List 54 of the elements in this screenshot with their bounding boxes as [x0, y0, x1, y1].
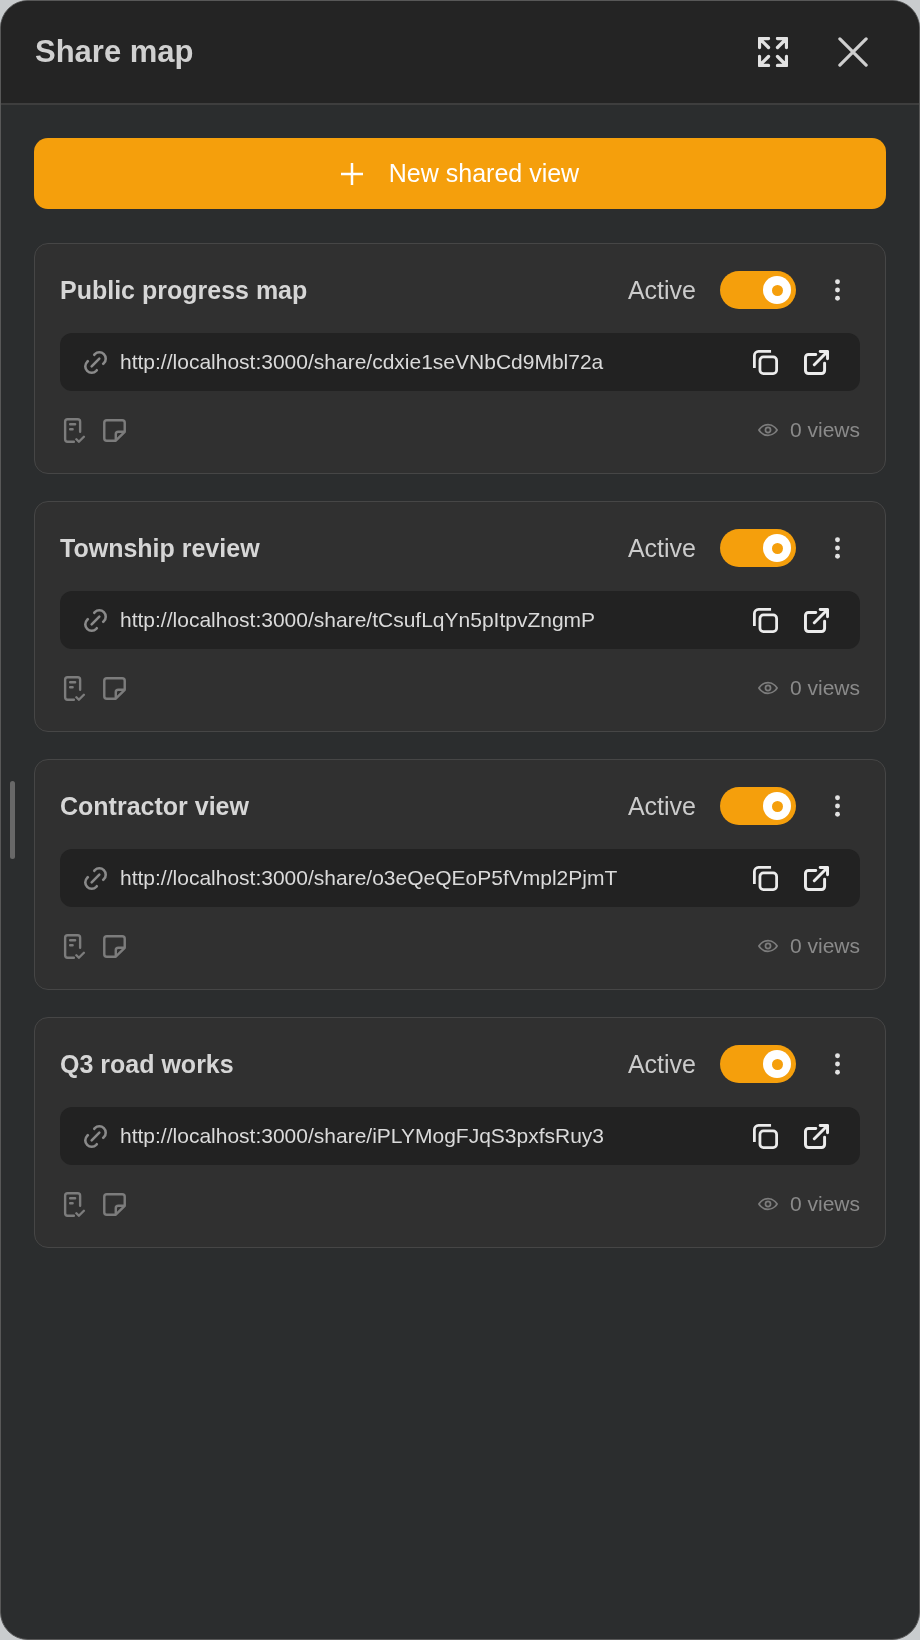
close-icon[interactable]	[838, 37, 868, 67]
more-options-icon[interactable]	[834, 1052, 841, 1076]
eye-icon	[757, 423, 778, 437]
status-label: Active	[627, 275, 696, 305]
eye-icon	[757, 939, 778, 953]
active-toggle[interactable]	[720, 529, 796, 567]
more-options-icon[interactable]	[834, 794, 841, 818]
more-options-icon[interactable]	[834, 536, 841, 560]
share-url: http://localhost:3000/share/cdxie1seVNbCd9Mbl72a	[120, 350, 605, 374]
checklist-icon[interactable]	[63, 1191, 86, 1217]
note-icon[interactable]	[103, 417, 126, 443]
link-icon	[84, 1124, 107, 1148]
more-options-icon[interactable]	[834, 278, 841, 302]
status-label: Active	[627, 533, 696, 563]
status-label: Active	[627, 791, 696, 821]
copy-icon[interactable]	[753, 865, 778, 891]
share-url: http://localhost:3000/share/iPLYMogFJqS3pxfsRuy3	[120, 1124, 606, 1148]
active-toggle[interactable]	[720, 271, 796, 309]
view-name: Township review	[60, 533, 261, 563]
eye-icon	[757, 681, 778, 695]
status-label: Active	[627, 1049, 696, 1079]
note-icon[interactable]	[103, 933, 126, 959]
view-count: 0 views	[789, 418, 860, 442]
view-count: 0 views	[789, 1192, 860, 1216]
resize-handle[interactable]	[10, 781, 15, 859]
checklist-icon[interactable]	[63, 675, 86, 701]
view-name: Public progress map	[60, 275, 309, 305]
copy-icon[interactable]	[753, 349, 778, 375]
external-link-icon[interactable]	[804, 1123, 829, 1149]
link-icon	[84, 350, 107, 374]
active-toggle[interactable]	[720, 787, 796, 825]
active-toggle[interactable]	[720, 1045, 796, 1083]
checklist-icon[interactable]	[63, 417, 86, 443]
eye-icon	[757, 1197, 778, 1211]
view-count: 0 views	[789, 676, 860, 700]
new-shared-view-button[interactable]: New shared view	[34, 138, 886, 209]
share-url: http://localhost:3000/share/tCsufLqYn5pItpvZngmP	[120, 608, 597, 632]
external-link-icon[interactable]	[804, 349, 829, 375]
link-icon	[84, 608, 107, 632]
external-link-icon[interactable]	[804, 865, 829, 891]
view-name: Contractor view	[60, 791, 250, 821]
view-count: 0 views	[789, 934, 860, 958]
panel-title: Share map	[35, 34, 194, 70]
copy-icon[interactable]	[753, 607, 778, 633]
checklist-icon[interactable]	[63, 933, 86, 959]
expand-icon[interactable]	[758, 37, 788, 67]
share-url: http://localhost:3000/share/o3eQeQEoP5fVmpl2PjmT	[120, 866, 619, 890]
link-icon	[84, 866, 107, 890]
note-icon[interactable]	[103, 1191, 126, 1217]
note-icon[interactable]	[103, 675, 126, 701]
view-name: Q3 road works	[60, 1049, 235, 1079]
plus-icon	[340, 162, 363, 185]
external-link-icon[interactable]	[804, 607, 829, 633]
copy-icon[interactable]	[753, 1123, 778, 1149]
